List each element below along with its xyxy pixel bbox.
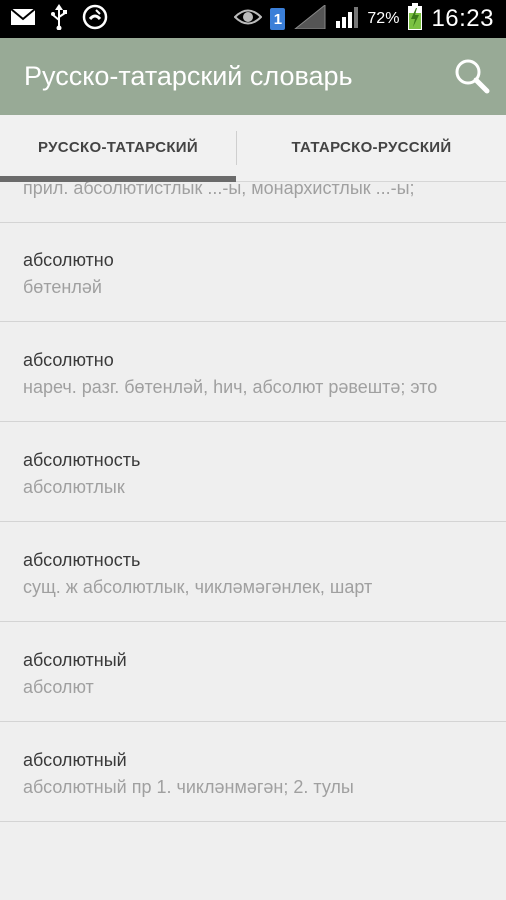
list-item[interactable]: абсолютный абсолют bbox=[0, 622, 506, 722]
tab-russian-tatar[interactable]: РУССКО-ТАТАРСКИЙ bbox=[0, 115, 236, 181]
status-bar: 1 72% 16:23 bbox=[0, 0, 506, 38]
app-title: Русско-татарский словарь bbox=[24, 61, 353, 91]
mail-icon bbox=[10, 7, 36, 32]
list-item-translation: нареч. разг. бөтенләй, һич, абсолют рәве… bbox=[23, 377, 438, 397]
signal-icon bbox=[335, 6, 359, 33]
list-item-word: абсолютность bbox=[23, 550, 141, 570]
eye-icon bbox=[233, 8, 263, 31]
list-item-word: абсолютность bbox=[23, 450, 141, 470]
sim-icon: 1 bbox=[270, 8, 286, 30]
list-item-word: абсолютно bbox=[23, 250, 114, 270]
list-item[interactable]: абсолютный абсолютный пр 1. чикләнмәгән;… bbox=[0, 722, 506, 822]
dictionary-list[interactable]: прил. абсолютистлык ...-ы, монархистлык … bbox=[0, 182, 506, 900]
list-item-translation: абсолютлык bbox=[23, 477, 125, 497]
search-button[interactable] bbox=[452, 56, 492, 96]
list-item-translation: бөтенләй bbox=[23, 277, 102, 297]
battery-charging-icon bbox=[407, 2, 423, 36]
list-item-translation: прил. абсолютистлык ...-ы, монархистлык … bbox=[23, 182, 415, 198]
list-item[interactable]: абсолютно бөтенләй bbox=[0, 222, 506, 322]
action-bar: Русско-татарский словарь bbox=[0, 38, 506, 115]
tab-tatar-russian[interactable]: ТАТАРСКО-РУССКИЙ bbox=[237, 115, 506, 181]
list-item-translation: абсолют bbox=[23, 677, 94, 697]
usb-icon bbox=[50, 3, 68, 35]
clock: 16:23 bbox=[431, 5, 494, 32]
list-item[interactable]: абсолютность абсолютлык bbox=[0, 422, 506, 522]
list-item[interactable]: абсолютно нареч. разг. бөтенләй, һич, аб… bbox=[0, 322, 506, 422]
list-item[interactable]: прил. абсолютистлык ...-ы, монархистлык … bbox=[0, 182, 506, 223]
list-item-word: абсолютно bbox=[23, 350, 114, 370]
search-icon bbox=[455, 59, 490, 94]
signal-icon bbox=[293, 3, 327, 34]
list-item-word: абсолютный bbox=[23, 750, 127, 770]
list-item-translation: сущ. ж абсолютлык, чикләмәгәнлек, шарт bbox=[23, 577, 373, 597]
tab-bar: РУССКО-ТАТАРСКИЙ ТАТАРСКО-РУССКИЙ bbox=[0, 115, 506, 182]
list-item-word: абсолютный bbox=[23, 650, 127, 670]
list-item-translation: абсолютный пр 1. чикләнмәгән; 2. тулы bbox=[23, 777, 354, 797]
missed-call-icon bbox=[82, 4, 108, 35]
battery-percent: 72% bbox=[367, 10, 400, 27]
system-icons: 1 72% 16:23 bbox=[233, 0, 494, 38]
notification-icons bbox=[10, 0, 108, 38]
list-item[interactable]: абсолютность сущ. ж абсолютлык, чикләмәг… bbox=[0, 522, 506, 622]
